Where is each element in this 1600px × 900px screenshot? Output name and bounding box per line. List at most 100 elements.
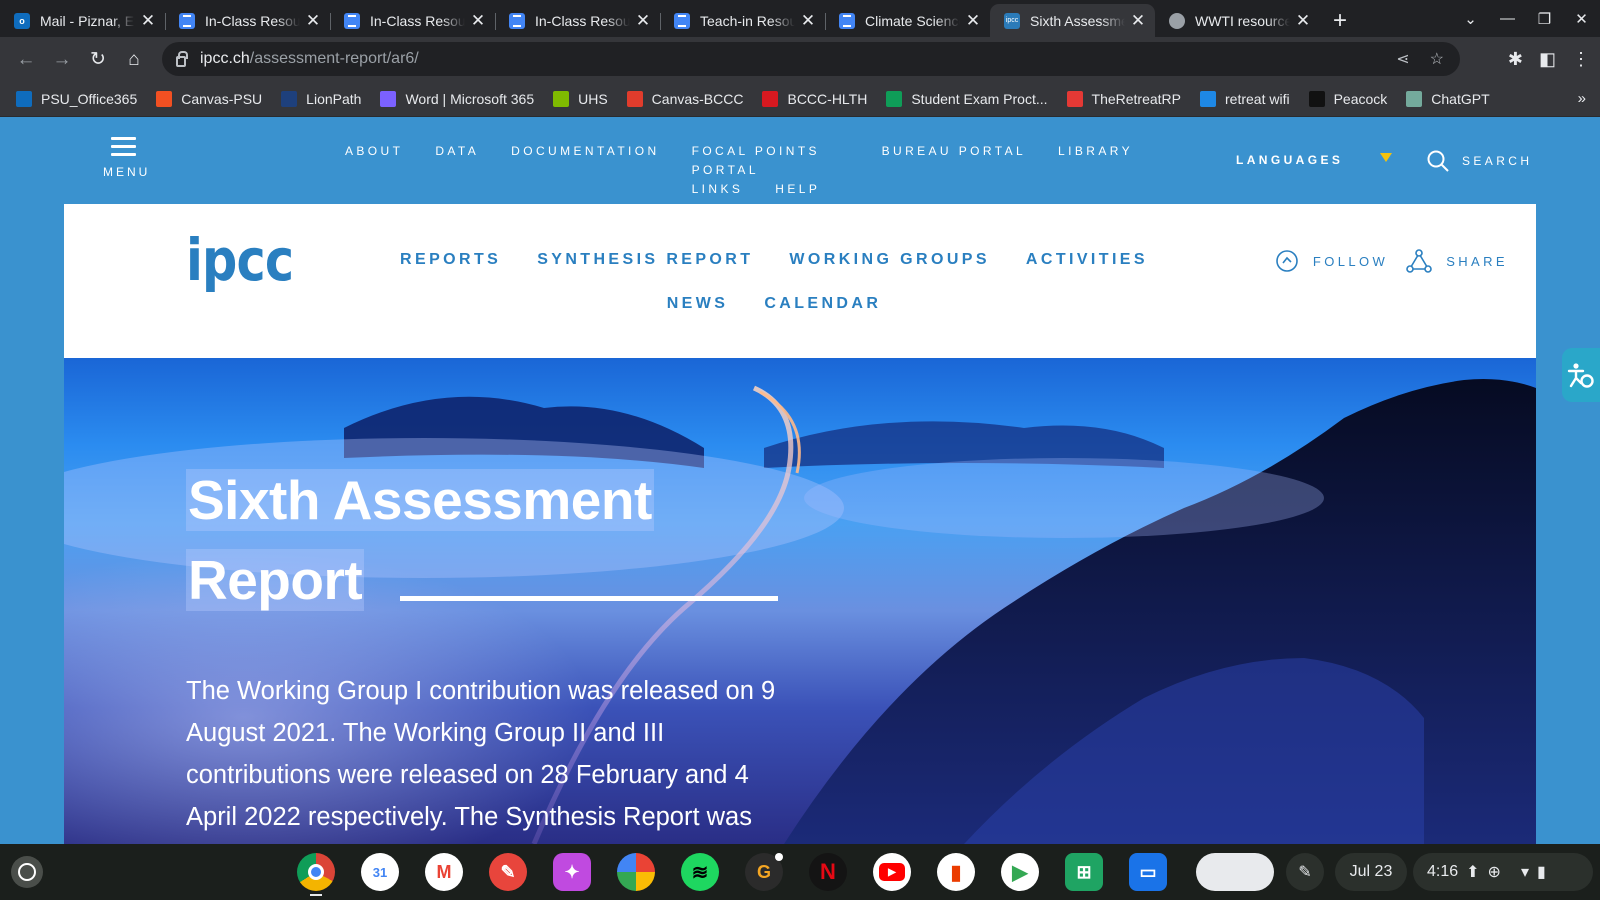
languages-dropdown[interactable]: LANGUAGES xyxy=(1236,153,1343,167)
nav-documentation[interactable]: DOCUMENTATION xyxy=(511,142,659,199)
bookmark-lionpath[interactable]: LionPath xyxy=(281,91,361,107)
office-icon[interactable]: ▮ xyxy=(937,853,975,891)
search-button[interactable]: SEARCH xyxy=(1426,149,1532,173)
close-icon[interactable]: ✕ xyxy=(139,11,157,31)
close-icon[interactable]: ✕ xyxy=(304,11,322,31)
tab-teach-in[interactable]: Teach-in Resources ✕ xyxy=(660,4,825,37)
bookmark-star-icon[interactable]: ☆ xyxy=(1430,49,1444,69)
bookmark-retreat-wifi[interactable]: retreat wifi xyxy=(1200,91,1290,107)
status-tray[interactable]: 4:16 ⬆ ⊕ ▾ ▮ xyxy=(1413,853,1593,891)
minimize-icon[interactable]: — xyxy=(1489,10,1526,27)
tab-wwti[interactable]: WWTI resources ✕ xyxy=(1155,4,1320,37)
chevron-double-right-icon[interactable]: » xyxy=(1578,90,1586,107)
nav-focal-points-portal[interactable]: FOCAL POINTS PORTAL xyxy=(692,142,882,180)
bookmark-word[interactable]: Word | Microsoft 365 xyxy=(380,91,534,107)
browser-toolbar: ← → ↻ ⌂ ipcc.ch/assessment-report/ar6/ ⋖… xyxy=(0,37,1600,82)
tab-in-class-1[interactable]: In-Class Resources ✕ xyxy=(165,4,330,37)
nav-activities[interactable]: ACTIVITIES xyxy=(1026,250,1148,269)
share-link[interactable]: SHARE xyxy=(1446,254,1508,269)
home-icon[interactable]: ⌂ xyxy=(116,49,152,71)
tab-in-class-2[interactable]: In-Class Resources ✕ xyxy=(330,4,495,37)
nav-focal-points-group: FOCAL POINTS PORTAL LINKS HELP xyxy=(692,142,882,199)
nav-help[interactable]: HELP xyxy=(775,180,820,199)
close-icon[interactable]: ✕ xyxy=(634,11,652,31)
page-title-line1: Sixth Assessment xyxy=(186,469,654,531)
bookmark-chatgpt[interactable]: ChatGPT xyxy=(1406,91,1490,107)
bookmark-theretreatrp[interactable]: TheRetreatRP xyxy=(1066,91,1181,107)
close-icon[interactable]: ✕ xyxy=(469,11,487,31)
bookmark-canvas-bccc[interactable]: Canvas-BCCC xyxy=(626,91,743,107)
address-bar[interactable]: ipcc.ch/assessment-report/ar6/ ⋖ ☆ xyxy=(162,42,1460,76)
close-icon[interactable]: ✕ xyxy=(799,11,817,31)
ipcc-logo[interactable]: ipcc xyxy=(186,226,294,294)
wifi-icon: ▾ xyxy=(1520,864,1529,881)
side-panel-icon[interactable]: ◧ xyxy=(1539,49,1556,70)
canvas-icon[interactable]: ✎ xyxy=(489,853,527,891)
tab-mail[interactable]: o Mail - Piznar, Ev ✕ xyxy=(0,4,165,37)
tab-in-class-3[interactable]: In-Class Resources ✕ xyxy=(495,4,660,37)
chrome-icon[interactable] xyxy=(297,853,335,891)
lock-icon[interactable] xyxy=(176,50,188,67)
new-tab-button[interactable]: + xyxy=(1320,4,1360,37)
nav-links[interactable]: LINKS xyxy=(692,180,744,199)
bookmark-peacock[interactable]: Peacock xyxy=(1308,91,1387,107)
mcgraw-hill-icon xyxy=(762,91,779,107)
more-menu-icon[interactable]: ⋮ xyxy=(1572,49,1590,70)
files-icon[interactable]: ▭ xyxy=(1129,853,1167,891)
close-icon[interactable]: ✕ xyxy=(964,11,982,31)
spotify-icon[interactable]: ≋ xyxy=(681,853,719,891)
bookmark-label: ChatGPT xyxy=(1431,91,1490,107)
nav-news[interactable]: NEWS xyxy=(667,294,729,313)
close-icon[interactable]: ✕ xyxy=(1294,11,1312,31)
docs-icon xyxy=(179,12,195,29)
bookmark-label: Student Exam Proct... xyxy=(911,91,1048,107)
bookmark-student-exam[interactable]: Student Exam Proct... xyxy=(886,91,1048,107)
follow-icon[interactable] xyxy=(1275,249,1299,273)
photos-icon[interactable] xyxy=(617,853,655,891)
gmail-icon[interactable]: M xyxy=(425,853,463,891)
nav-calendar[interactable]: CALENDAR xyxy=(764,294,881,313)
netflix-icon[interactable]: N xyxy=(809,853,847,891)
accessibility-button[interactable] xyxy=(1562,348,1600,402)
follow-link[interactable]: FOLLOW xyxy=(1313,254,1388,269)
date-tray[interactable]: Jul 23 xyxy=(1335,853,1407,891)
share-icon[interactable]: ⋖ xyxy=(1396,49,1409,69)
nav-reports[interactable]: REPORTS xyxy=(400,250,501,269)
screencast-icon[interactable]: ✦ xyxy=(553,853,591,891)
nav-about[interactable]: ABOUT xyxy=(345,142,403,199)
microsoft-icon xyxy=(156,91,173,107)
bookmark-uhs[interactable]: UHS xyxy=(553,91,608,107)
forward-icon[interactable]: → xyxy=(44,49,80,71)
play-store-icon[interactable]: ▶ xyxy=(1001,853,1039,891)
docs-icon xyxy=(839,12,855,29)
tab-sixth-assessment[interactable]: ipcc Sixth Assessment ✕ xyxy=(990,4,1155,37)
bookmark-canvas-psu[interactable]: Canvas-PSU xyxy=(156,91,262,107)
reload-icon[interactable]: ↻ xyxy=(80,48,116,71)
bookmarks-bar: PSU_Office365 Canvas-PSU LionPath Word |… xyxy=(0,82,1600,117)
tab-search-icon[interactable]: ⌄ xyxy=(1452,10,1489,28)
tab-title: Climate Science xyxy=(865,12,960,29)
menu-button[interactable]: MENU xyxy=(100,137,147,179)
nav-synthesis-report[interactable]: SYNTHESIS REPORT xyxy=(537,250,753,269)
back-icon[interactable]: ← xyxy=(8,49,44,71)
sheets-icon[interactable]: ⊞ xyxy=(1065,853,1103,891)
calendar-icon[interactable]: 31 xyxy=(361,853,399,891)
caret-down-icon[interactable] xyxy=(1380,153,1392,162)
bookmark-bccc-hlth[interactable]: BCCC-HLTH xyxy=(762,91,867,107)
extensions-icon[interactable]: ✱ xyxy=(1508,49,1523,70)
nav-bureau-portal[interactable]: BUREAU PORTAL xyxy=(882,142,1026,199)
stylus-tools-icon[interactable]: ✎ xyxy=(1286,853,1324,891)
share-icon[interactable] xyxy=(1406,248,1433,274)
close-icon[interactable]: ✕ xyxy=(1129,11,1147,31)
youtube-icon[interactable]: ▶ xyxy=(873,853,911,891)
nav-working-groups[interactable]: WORKING GROUPS xyxy=(789,250,990,269)
url-text[interactable]: ipcc.ch/assessment-report/ar6/ xyxy=(200,50,419,68)
nav-library[interactable]: LIBRARY xyxy=(1058,142,1133,199)
tab-climate-science[interactable]: Climate Science ✕ xyxy=(825,4,990,37)
close-window-icon[interactable]: ✕ xyxy=(1563,10,1600,28)
tote-holding-space[interactable] xyxy=(1196,853,1274,891)
launcher-icon[interactable] xyxy=(11,856,43,888)
restore-icon[interactable]: ❐ xyxy=(1526,10,1563,28)
nav-data[interactable]: DATA xyxy=(435,142,479,199)
bookmark-psu-office365[interactable]: PSU_Office365 xyxy=(16,91,137,107)
